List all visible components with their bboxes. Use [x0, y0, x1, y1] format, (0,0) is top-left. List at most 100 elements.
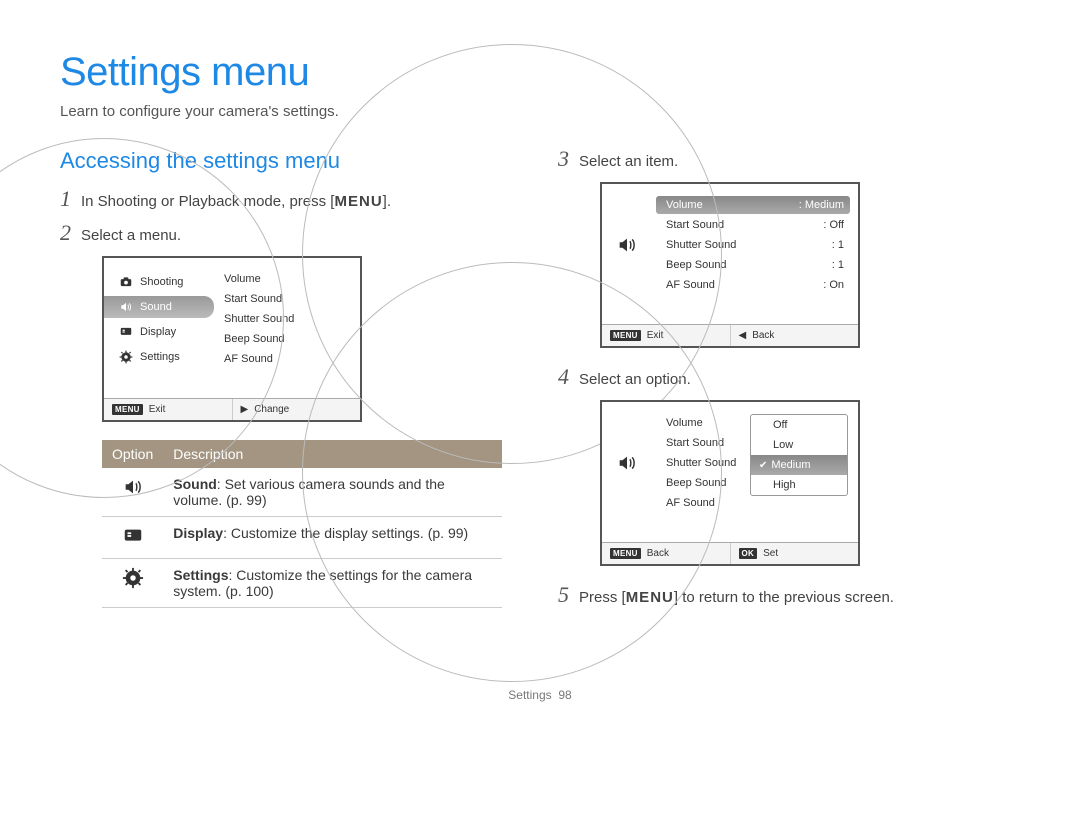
foot-label: Exit — [647, 330, 664, 341]
item-label: AF Sound — [666, 279, 715, 291]
step-number: 1 — [60, 188, 71, 210]
step-text: Select an option. — [579, 371, 691, 388]
step-text: Press [ — [579, 589, 626, 606]
gear-icon — [118, 350, 134, 364]
item-value: : 1 — [832, 259, 844, 271]
gear-icon — [122, 567, 144, 589]
menu-item: AF Sound : On — [656, 276, 850, 294]
screen-foot-left: MENU Exit — [104, 399, 232, 420]
foot-label: Set — [763, 548, 778, 559]
speaker-icon — [616, 452, 638, 474]
section-heading: Accessing the settings menu — [60, 148, 522, 174]
menu-item: Volume : Medium — [656, 196, 850, 214]
page-title: Settings menu — [60, 50, 1020, 95]
item-value: : 1 — [832, 239, 844, 251]
triangle-right-icon: ▶ — [241, 404, 249, 415]
footer-page-number: 98 — [558, 688, 571, 702]
popup-option: Low — [751, 435, 847, 455]
option-popup: Off Low ✔ Medium High — [750, 414, 848, 496]
item-label: Volume — [666, 199, 703, 211]
sidebar-item-settings: Settings — [104, 346, 214, 368]
option-desc: : Customize the display settings. (p. 99… — [223, 525, 468, 541]
step-text: In Shooting or Playback mode, press [ — [81, 193, 334, 210]
item-label: Shutter Sound — [666, 239, 736, 251]
item-label: Beep Sound — [666, 259, 727, 271]
sidebar-item-sound: Sound — [104, 296, 214, 318]
step-number: 5 — [558, 584, 569, 606]
speaker-icon — [118, 300, 134, 314]
step-4: 4 Select an option. — [558, 366, 1020, 388]
ok-badge: OK — [739, 548, 758, 559]
menu-item: Beep Sound : 1 — [656, 256, 850, 274]
table-row: Sound: Set various camera sounds and the… — [102, 468, 502, 517]
option-label: Off — [773, 419, 787, 431]
speaker-icon — [122, 476, 144, 498]
sidebar-item-shooting: Shooting — [104, 271, 214, 293]
step-3: 3 Select an item. — [558, 148, 1020, 170]
option-description-table: Option Description Sound: Set various ca… — [102, 440, 502, 608]
triangle-left-icon: ◀ — [739, 330, 747, 341]
screen-foot-left: MENU Back — [602, 543, 730, 564]
foot-label: Back — [647, 548, 669, 559]
item-value: : On — [823, 279, 844, 291]
menu-item: Start Sound : Off — [656, 216, 850, 234]
screen-foot-right: ▶ Change — [232, 399, 361, 420]
camera-screen-select-item: Volume : Medium Start Sound : Off Shutter So… — [600, 182, 860, 348]
sidebar-label: Sound — [140, 301, 172, 313]
option-label: Low — [773, 439, 793, 451]
popup-option: ✔ Medium — [751, 455, 847, 475]
menu-word: MENU — [334, 193, 382, 210]
display-icon — [118, 325, 134, 339]
camera-screen-select-option: VolumeStart SoundShutter SoundBeep Sound… — [600, 400, 860, 566]
menu-item: AF Sound — [656, 494, 850, 512]
foot-label: Back — [752, 330, 774, 341]
item-value: : Off — [823, 219, 844, 231]
menu-item: Beep Sound — [214, 330, 352, 348]
camera-screen-select-menu: ShootingSoundDisplaySettings VolumeStart… — [102, 256, 362, 422]
step-5: 5 Press [MENU] to return to the previous… — [558, 584, 1020, 606]
display-icon — [122, 525, 144, 547]
menu-word: MENU — [626, 589, 674, 606]
menu-item: Shutter Sound — [214, 310, 352, 328]
screen-foot-right: ◀ Back — [730, 325, 859, 346]
screen-foot-right: OK Set — [730, 543, 859, 564]
sidebar-label: Shooting — [140, 276, 183, 288]
table-row: Display: Customize the display settings.… — [102, 517, 502, 559]
option-name: Settings — [173, 567, 228, 583]
sidebar-item-display: Display — [104, 321, 214, 343]
popup-option: Off — [751, 415, 847, 435]
col-description: Description — [163, 440, 502, 468]
foot-label: Exit — [149, 404, 166, 415]
item-label: Start Sound — [666, 219, 724, 231]
menu-item: AF Sound — [214, 350, 352, 368]
step-number: 4 — [558, 366, 569, 388]
col-option: Option — [102, 440, 163, 468]
foot-label: Change — [254, 404, 289, 415]
screen-foot-left: MENU Exit — [602, 325, 730, 346]
menu-badge: MENU — [112, 404, 143, 415]
check-icon: ✔ — [759, 460, 767, 471]
step-text: Select an item. — [579, 153, 678, 170]
page-subtitle: Learn to configure your camera's setting… — [60, 103, 1020, 120]
footer-section: Settings — [508, 688, 551, 702]
item-value: : Medium — [799, 199, 844, 211]
option-label: High — [773, 479, 796, 491]
step-number: 3 — [558, 148, 569, 170]
sidebar-label: Display — [140, 326, 176, 338]
option-name: Display — [173, 525, 223, 541]
option-name: Sound — [173, 476, 217, 492]
menu-badge: MENU — [610, 330, 641, 341]
step-text: ] to return to the previous screen. — [674, 589, 894, 606]
menu-item: Shutter Sound : 1 — [656, 236, 850, 254]
step-1: 1 In Shooting or Playback mode, press [M… — [60, 188, 522, 210]
menu-item: Start Sound — [214, 290, 352, 308]
step-text: ]. — [383, 193, 391, 210]
sidebar-label: Settings — [140, 351, 180, 363]
menu-badge: MENU — [610, 548, 641, 559]
table-row: Settings: Customize the settings for the… — [102, 559, 502, 608]
speaker-icon — [616, 234, 638, 256]
page-footer: Settings 98 — [60, 688, 1020, 702]
popup-option: High — [751, 475, 847, 495]
option-label: Medium — [771, 459, 810, 471]
step-number: 2 — [60, 222, 71, 244]
